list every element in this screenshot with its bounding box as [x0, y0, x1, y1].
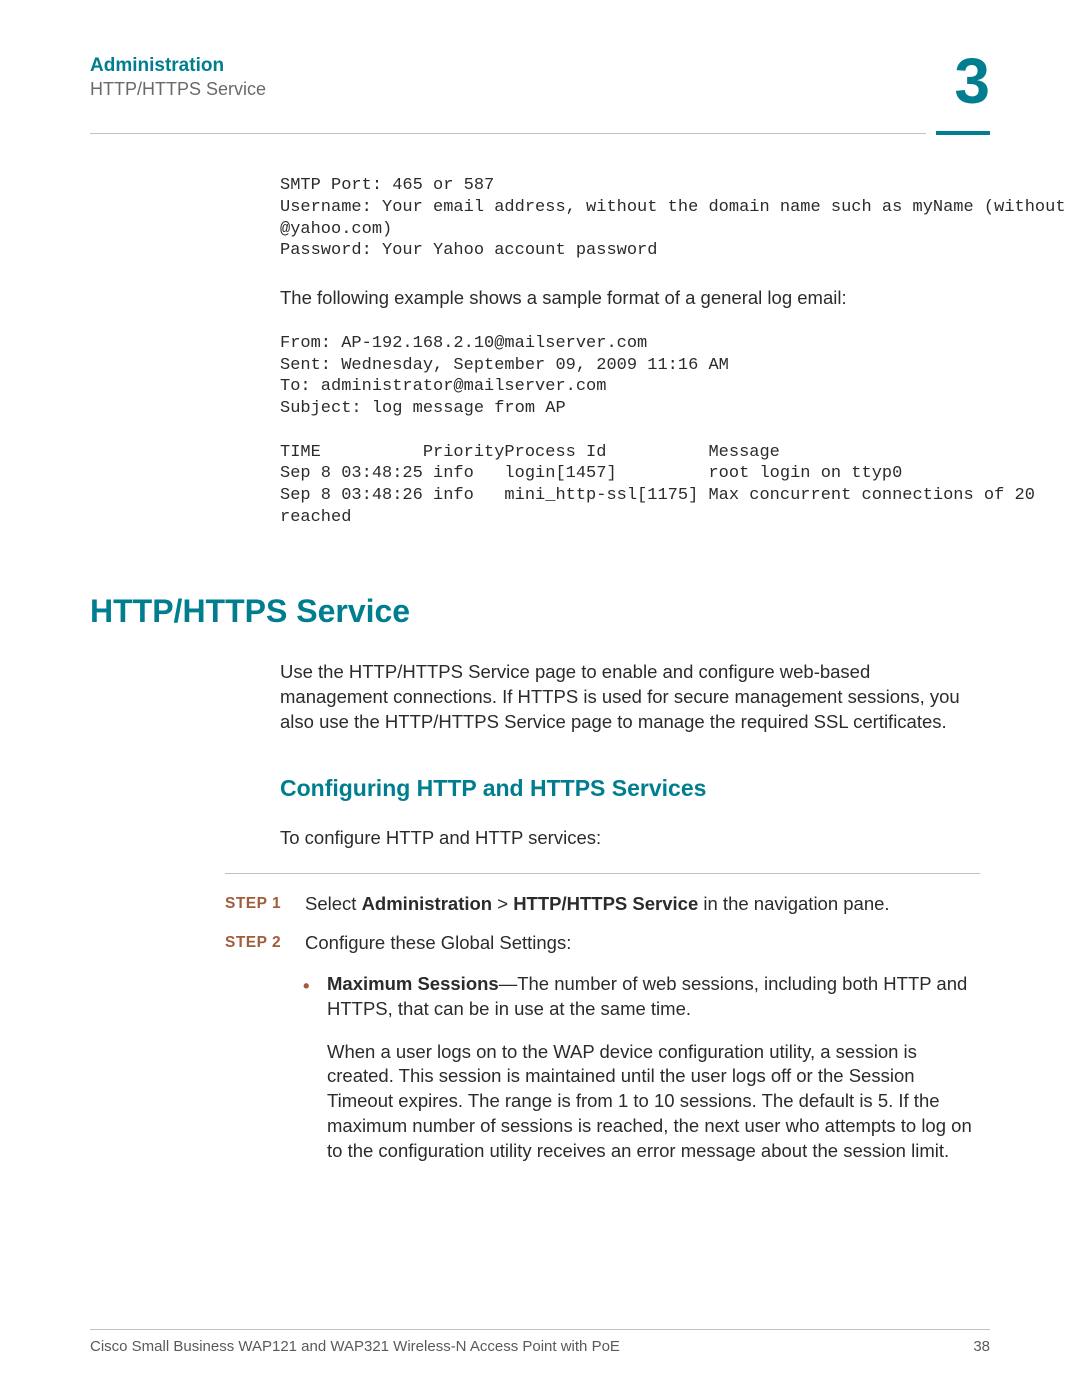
step-2-body: Configure these Global Settings: — [305, 931, 980, 956]
intro-paragraph: Use the HTTP/HTTPS Service page to enabl… — [280, 660, 980, 735]
step-1-prefix: Select — [305, 893, 362, 914]
step-1-sep: > — [492, 893, 513, 914]
intro-paragraph-wrap: Use the HTTP/HTTPS Service page to enabl… — [280, 660, 980, 851]
step-1-bold-1: Administration — [362, 893, 493, 914]
header-section-title: HTTP/HTTPS Service — [90, 79, 266, 100]
rule-thick — [936, 131, 990, 135]
step-2: STEP 2 Configure these Global Settings: — [225, 931, 980, 956]
sub-heading: Configuring HTTP and HTTPS Services — [280, 773, 980, 804]
step-1: STEP 1 Select Administration > HTTP/HTTP… — [225, 892, 980, 917]
step-1-bold-2: HTTP/HTTPS Service — [513, 893, 698, 914]
page-header: Administration HTTP/HTTPS Service 3 — [90, 55, 990, 113]
header-rule — [90, 131, 990, 135]
step-1-suffix: in the navigation pane. — [698, 893, 889, 914]
steps-area: STEP 1 Select Administration > HTTP/HTTP… — [225, 873, 980, 1165]
config-intro: To configure HTTP and HTTP services: — [280, 826, 980, 851]
footer-left: Cisco Small Business WAP121 and WAP321 W… — [90, 1338, 620, 1355]
smtp-config-block: SMTP Port: 465 or 587 Username: Your ema… — [280, 175, 980, 262]
footer-rule — [90, 1329, 990, 1330]
example-intro-text: The following example shows a sample for… — [280, 286, 980, 311]
step-1-label: STEP 1 — [225, 892, 305, 917]
header-left: Administration HTTP/HTTPS Service — [90, 55, 266, 100]
page-footer: Cisco Small Business WAP121 and WAP321 W… — [90, 1329, 990, 1355]
bullet-item: • Maximum Sessions—The number of web ses… — [303, 972, 980, 1022]
bullet-body: Maximum Sessions—The number of web sessi… — [327, 972, 980, 1022]
bullet-marker: • — [303, 972, 327, 1022]
step-2-label: STEP 2 — [225, 931, 305, 956]
bullet-paragraph-2: When a user logs on to the WAP device co… — [327, 1040, 980, 1165]
chapter-number: 3 — [954, 49, 990, 113]
bullet-title: Maximum Sessions — [327, 973, 499, 994]
rule-thin — [90, 133, 926, 134]
body-content: SMTP Port: 465 or 587 Username: Your ema… — [280, 175, 980, 529]
page-number: 38 — [973, 1338, 990, 1355]
main-heading: HTTP/HTTPS Service — [90, 593, 990, 630]
step-1-body: Select Administration > HTTP/HTTPS Servi… — [305, 892, 980, 917]
steps-divider — [225, 873, 980, 874]
email-sample-block: From: AP-192.168.2.10@mailserver.com Sen… — [280, 333, 980, 529]
document-page: Administration HTTP/HTTPS Service 3 SMTP… — [0, 0, 1080, 1397]
footer-row: Cisco Small Business WAP121 and WAP321 W… — [90, 1338, 990, 1355]
chapter-title: Administration — [90, 55, 266, 77]
